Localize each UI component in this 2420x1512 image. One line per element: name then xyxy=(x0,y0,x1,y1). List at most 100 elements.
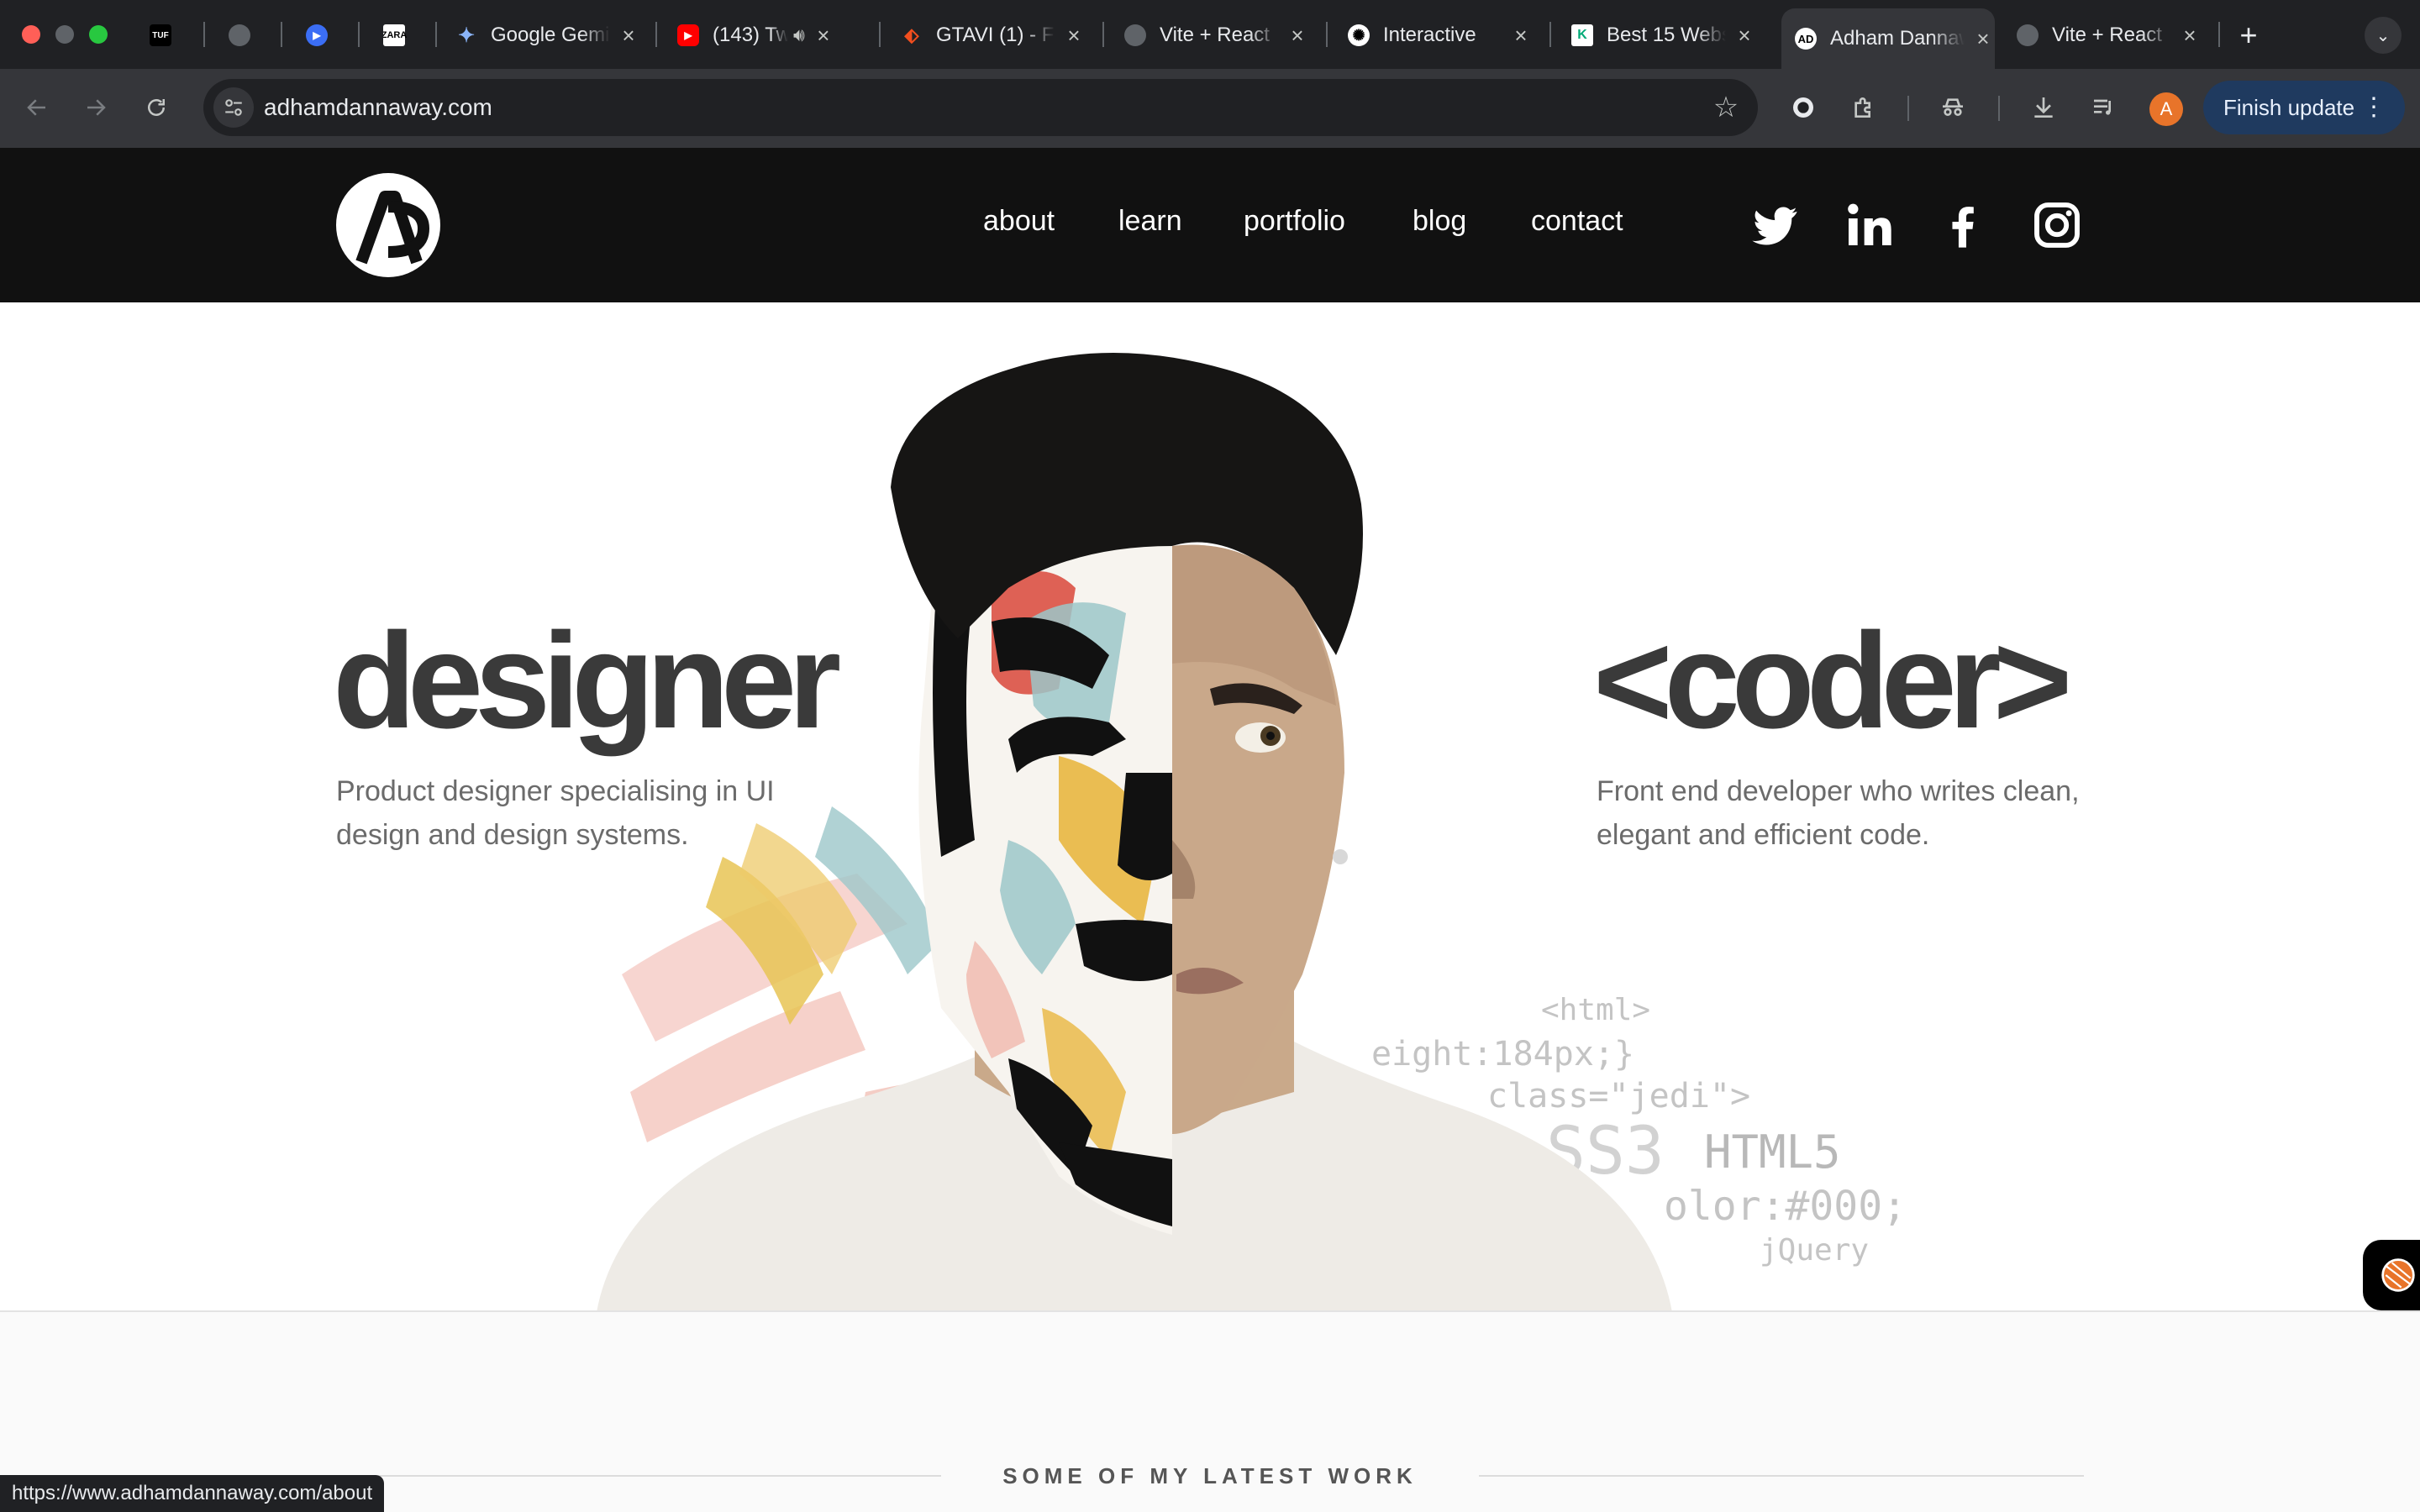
designer-description: Product designer specialising in UI desi… xyxy=(336,775,775,851)
downloads-button[interactable] xyxy=(2025,89,2062,126)
tab-interactive[interactable]: ✺ Interactive × xyxy=(1348,8,1533,62)
tab-youtube[interactable]: ▶ (143) Twitch 🔊︎ × xyxy=(677,8,862,62)
globe-icon xyxy=(229,24,250,46)
tab-separator xyxy=(203,22,205,47)
browser-chrome: TUF ▶ ZARA ✦ Google Gemini × ▶ (143) Twi… xyxy=(0,0,2420,148)
youtube-icon: ▶ xyxy=(677,24,699,46)
basketball-icon xyxy=(2381,1258,2415,1292)
close-icon[interactable]: × xyxy=(617,23,640,49)
nav-blog[interactable]: blog xyxy=(1413,205,1466,238)
toolbar-divider xyxy=(1998,96,2000,121)
puzzle-icon xyxy=(1854,97,1870,118)
reload-button[interactable] xyxy=(138,89,175,126)
tab-zara[interactable]: ZARA xyxy=(383,8,425,62)
tab-separator xyxy=(1102,22,1104,47)
tab-strip: TUF ▶ ZARA ✦ Google Gemini × ▶ (143) Twi… xyxy=(0,0,2420,69)
kebab-menu-icon[interactable]: ⋮ xyxy=(2361,92,2386,122)
tab-separator xyxy=(2218,22,2220,47)
close-window-button[interactable] xyxy=(22,25,40,44)
nav-learn[interactable]: learn xyxy=(1118,205,1182,238)
zoom-window-button[interactable] xyxy=(89,25,108,44)
url-text: adhamdannaway.com xyxy=(264,94,492,120)
tab-title: Google Gemini xyxy=(491,24,610,46)
minimize-window-button[interactable] xyxy=(55,25,74,44)
floating-widget-button[interactable] xyxy=(2363,1240,2420,1310)
ad-monogram-logo xyxy=(355,191,430,265)
tab-gemini[interactable]: ✦ Google Gemini × xyxy=(455,8,640,62)
speaker-icon[interactable]: 🔊︎ xyxy=(793,24,805,46)
bookmark-star-icon[interactable]: ☆ xyxy=(1709,91,1743,124)
nav-portfolio[interactable]: portfolio xyxy=(1244,205,1345,238)
instagram-icon[interactable] xyxy=(2030,198,2084,252)
coder-description: Front end developer who writes clean, el… xyxy=(1597,775,2080,851)
globe-icon xyxy=(2017,24,2039,46)
close-icon[interactable]: × xyxy=(1971,26,1995,52)
reload-icon xyxy=(148,99,165,116)
nav-contact[interactable]: contact xyxy=(1531,205,1623,238)
tab-vite-react[interactable]: Vite + React × xyxy=(1124,8,1309,62)
close-icon[interactable]: × xyxy=(812,23,835,49)
close-icon[interactable]: × xyxy=(1509,23,1533,49)
coder-face-half xyxy=(1172,544,1348,1134)
extension-circle-icon xyxy=(1793,97,1813,118)
openai-icon: ✺ xyxy=(1348,24,1370,46)
k-icon: K xyxy=(1571,24,1593,46)
incognito-button[interactable] xyxy=(1934,89,1971,126)
close-icon[interactable]: × xyxy=(1062,23,1086,49)
address-bar[interactable]: adhamdannaway.com ☆ xyxy=(203,79,1758,136)
extension-button[interactable] xyxy=(1785,89,1822,126)
tab-play[interactable]: ▶ xyxy=(306,8,348,62)
close-icon[interactable]: × xyxy=(1286,23,1309,49)
facebook-icon[interactable] xyxy=(1936,198,1990,252)
globe-icon xyxy=(1124,24,1146,46)
profile-avatar[interactable]: A xyxy=(2149,92,2183,126)
arrow-right-icon xyxy=(87,99,106,116)
designer-heading: designer xyxy=(333,605,841,757)
tab-title: Adham Dannaway xyxy=(1830,27,1965,50)
arrow-left-icon xyxy=(27,99,45,116)
site-logo[interactable] xyxy=(336,173,440,277)
plus-icon: + xyxy=(2239,18,2258,52)
tab-title: Vite + React xyxy=(2052,24,2162,46)
linkedin-icon[interactable] xyxy=(1842,198,1896,252)
tab-vite-react-2[interactable]: Vite + React × xyxy=(2017,8,2202,62)
browser-toolbar: adhamdannaway.com ☆ A Finish update ⋮ xyxy=(0,69,2420,148)
tab-globe[interactable] xyxy=(229,8,271,62)
tab-search-button[interactable]: ⌄ xyxy=(2365,17,2402,54)
tab-separator xyxy=(1549,22,1551,47)
site-header: about learn portfolio blog contact xyxy=(0,148,2420,302)
tab-separator xyxy=(655,22,657,47)
coder-heading: <coder> xyxy=(1593,605,2072,757)
tab-adham-dannaway[interactable]: AD Adham Dannaway × xyxy=(1781,8,1995,69)
tab-separator xyxy=(281,22,282,47)
play-icon: ▶ xyxy=(306,24,328,46)
extensions-button[interactable] xyxy=(1845,89,1882,126)
tab-separator xyxy=(435,22,437,47)
close-icon[interactable]: × xyxy=(1733,23,1756,49)
new-tab-button[interactable]: + xyxy=(2232,8,2265,62)
tab-title: Best 15 Websites xyxy=(1607,24,1726,46)
download-icon xyxy=(2034,97,2053,118)
twitter-icon[interactable] xyxy=(1748,198,1802,252)
gemini-icon: ✦ xyxy=(457,24,476,47)
nav-about[interactable]: about xyxy=(983,205,1055,238)
tab-title: GTAVI (1) - Figma xyxy=(936,24,1055,46)
forward-button[interactable] xyxy=(77,89,114,126)
tab-best-15[interactable]: K Best 15 Websites × xyxy=(1571,8,1756,62)
tab-separator xyxy=(1326,22,1328,47)
finish-update-button[interactable]: Finish update ⋮ xyxy=(2203,81,2405,134)
figma-icon: ⬖ xyxy=(904,24,919,45)
tab-separator xyxy=(358,22,360,47)
zara-logo-icon: ZARA xyxy=(383,24,407,46)
tab-figma[interactable]: ⬖ GTAVI (1) - Figma × xyxy=(901,8,1086,62)
site-info-icon[interactable] xyxy=(213,87,254,128)
chevron-down-icon: ⌄ xyxy=(2375,26,2391,45)
media-control-button[interactable] xyxy=(2086,89,2123,126)
tuf-logo-icon: TUF xyxy=(150,24,171,46)
back-button[interactable] xyxy=(18,89,55,126)
heading-rule-right xyxy=(1479,1475,2084,1477)
close-icon[interactable]: × xyxy=(2178,23,2202,49)
tab-tuf[interactable]: TUF xyxy=(150,8,192,62)
tab-separator xyxy=(879,22,881,47)
ad-logo-icon: AD xyxy=(1795,28,1817,50)
